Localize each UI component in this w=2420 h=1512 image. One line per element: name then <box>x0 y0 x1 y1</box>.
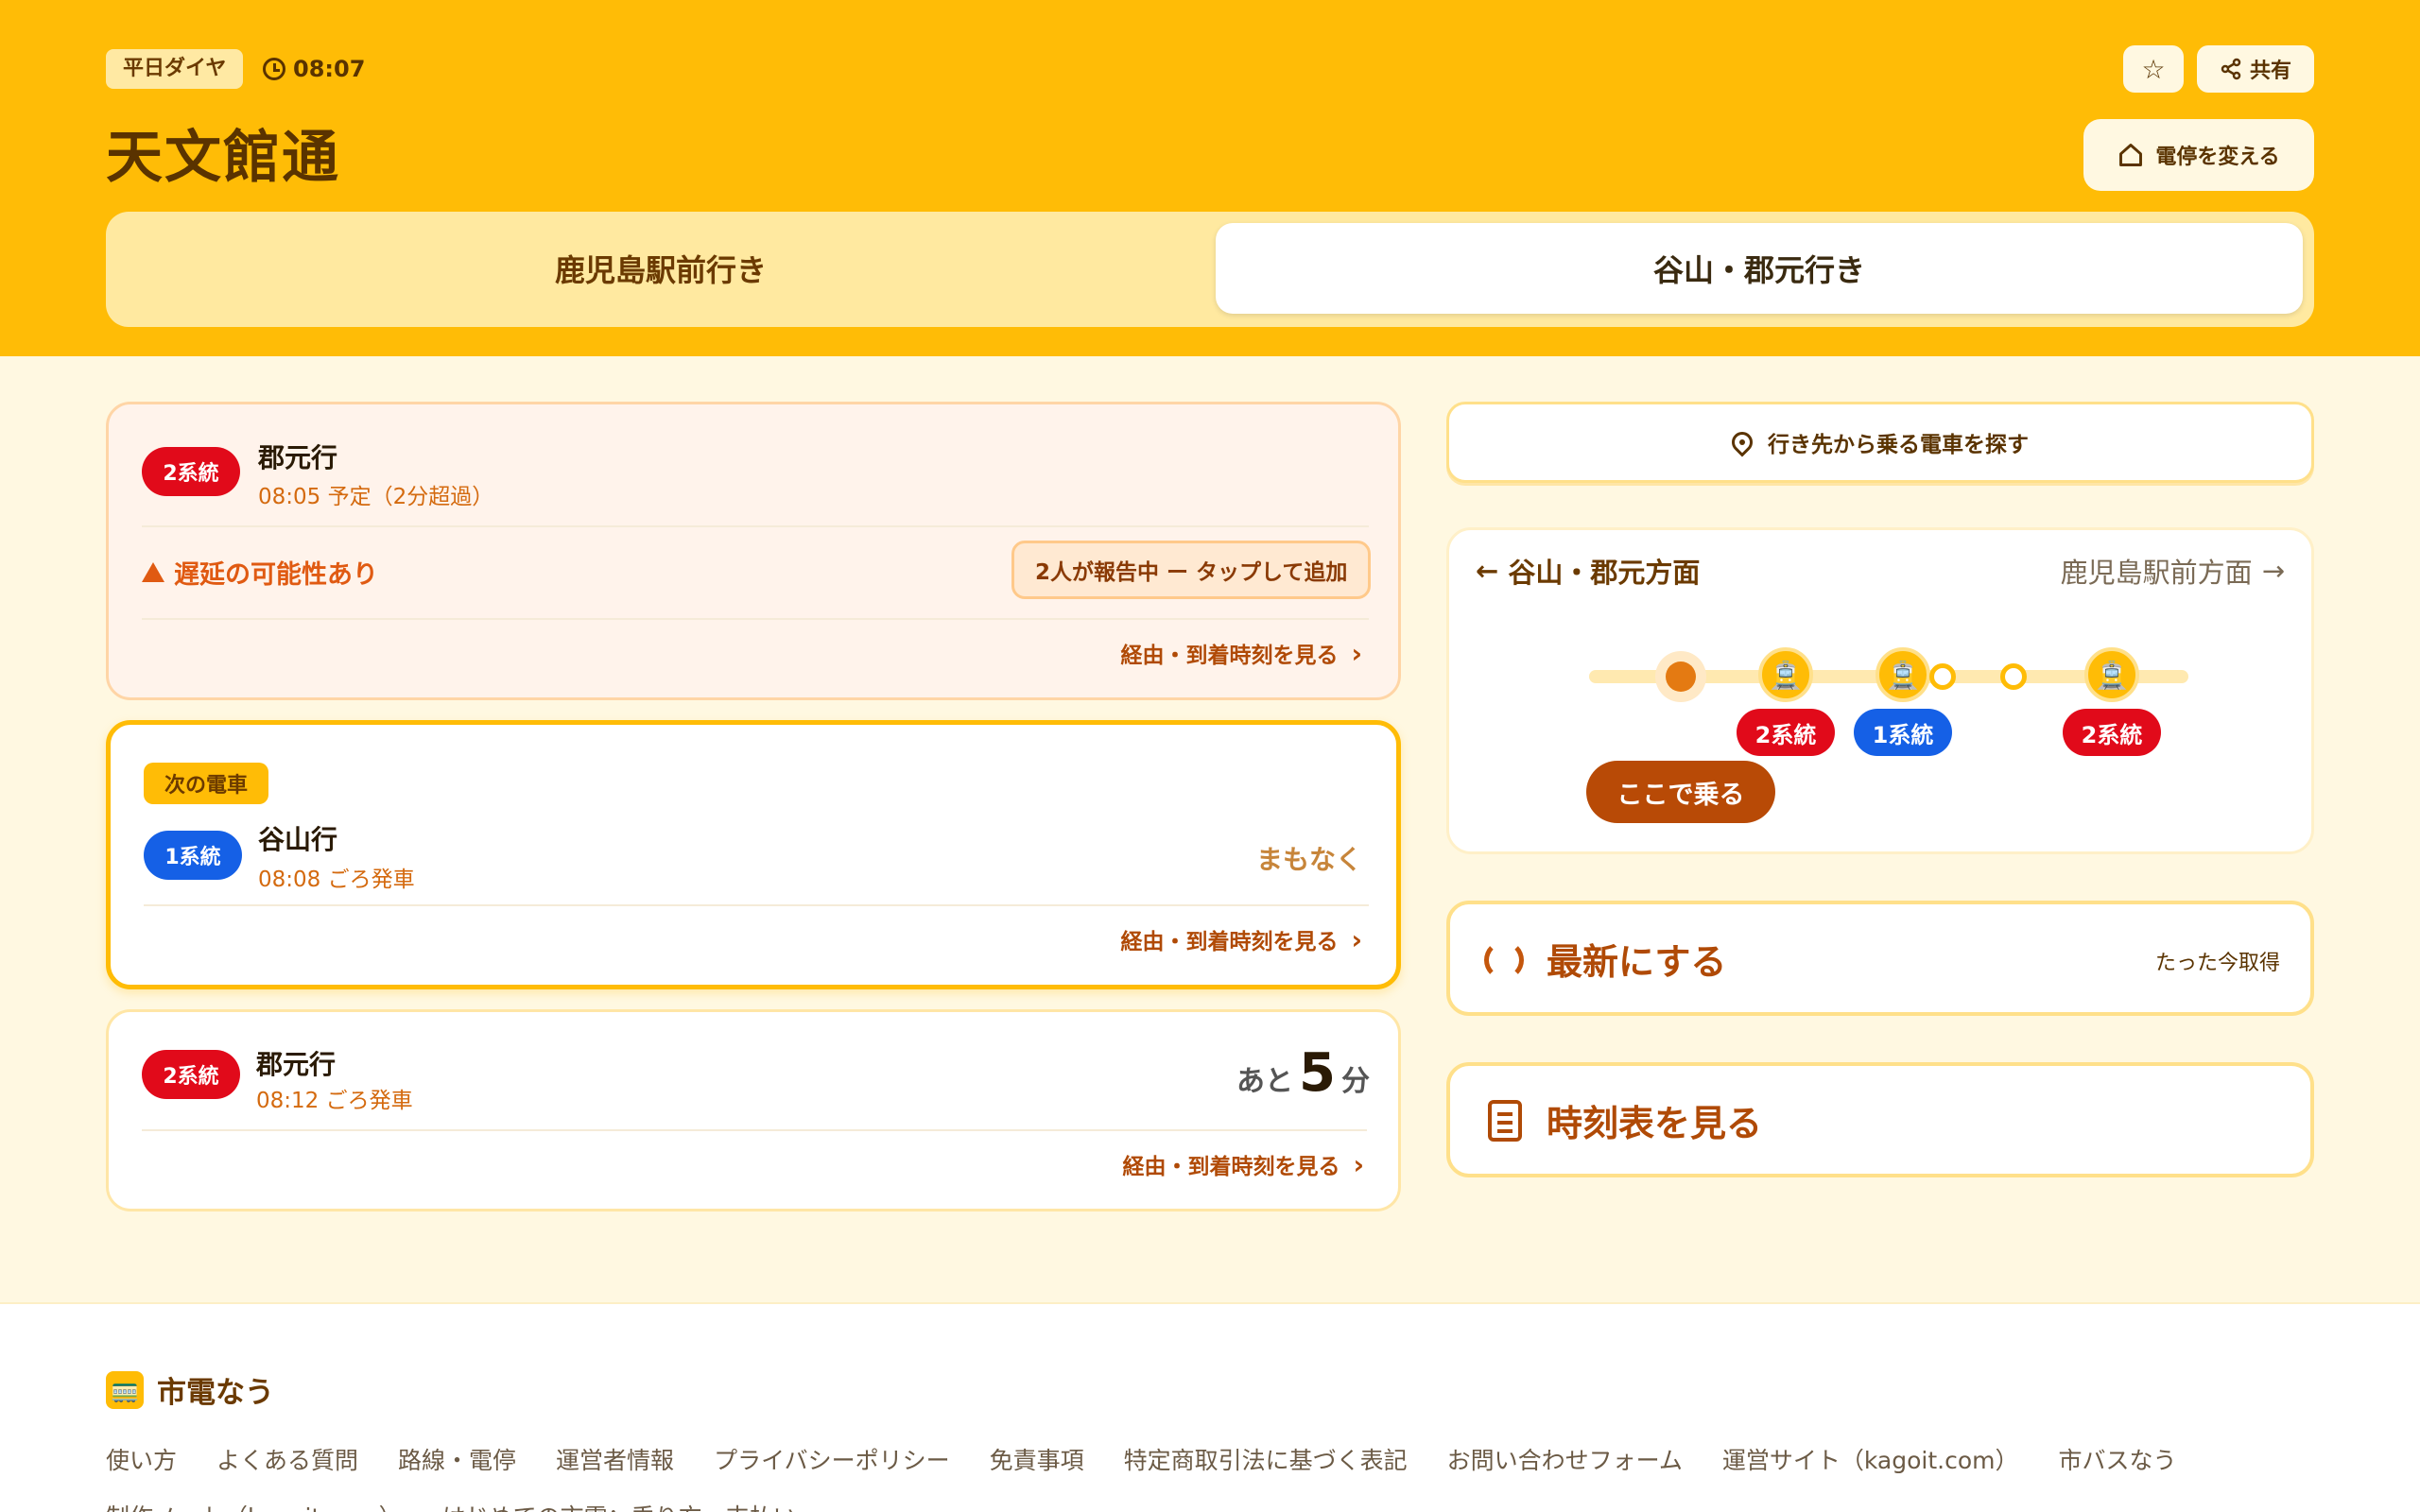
chevron-right-icon: › <box>1351 637 1362 669</box>
route-details-link[interactable]: 経由・到着時刻を見る › <box>1120 923 1362 955</box>
share-button[interactable]: 共有 <box>2197 45 2314 93</box>
tab-taniyama-korimoto[interactable]: 谷山・郡元行き <box>1216 223 2303 314</box>
delay-report-button[interactable]: 2人が報告中 ー タップして追加 <box>1011 541 1372 599</box>
home-icon <box>2119 144 2143 166</box>
destination-search-label: 行き先から乗る電車を探す <box>1768 433 2029 457</box>
share-label: 共有 <box>2249 60 2291 83</box>
arrow-right-icon: → <box>2261 555 2285 587</box>
change-stop-button[interactable]: 電停を変える <box>2083 119 2314 191</box>
current-stop-marker <box>1655 651 1706 702</box>
departure-time: 08:12 ごろ発車 <box>256 1089 413 1113</box>
chevron-right-icon: › <box>1351 923 1362 955</box>
footer-link-usage[interactable]: 使い方 <box>106 1442 177 1476</box>
timetable-button[interactable]: 時刻表を見る <box>1446 1062 2314 1177</box>
route-details-label: 経由・到着時刻を見る <box>1120 930 1339 954</box>
footer-link-making-notes[interactable]: 制作ノート（kagoit.com） <box>106 1499 403 1512</box>
remaining-minutes: 5 <box>1299 1042 1336 1104</box>
footer-links: 使い方 よくある質問 路線・電停 運営者情報 プライバシーポリシー 免責事項 特… <box>106 1442 2314 1512</box>
star-icon: ☆ <box>2141 53 2166 85</box>
brand-name: 市電なう <box>157 1376 274 1410</box>
footer-link-contact[interactable]: お問い合わせフォーム <box>1447 1442 1683 1476</box>
direction-right-label: 鹿児島駅前方面 <box>2060 557 2253 589</box>
delay-warning: 遅延の可能性あり <box>142 554 378 591</box>
direction-tabs: 鹿児島駅前行き 谷山・郡元行き <box>106 212 2314 327</box>
route-details-link[interactable]: 経由・到着時刻を見る › <box>1120 637 1362 669</box>
destination: 谷山行 <box>258 824 338 855</box>
footer: 🚃 市電なう 使い方 よくある質問 路線・電停 運営者情報 プライバシーポリシー… <box>0 1302 2420 1512</box>
document-icon <box>1488 1100 1522 1142</box>
stop-dot <box>1929 663 1956 690</box>
divider <box>144 904 1369 906</box>
tram-line-badge: 2系統 <box>1737 709 1835 756</box>
route-details-link[interactable]: 経由・到着時刻を見る › <box>1122 1148 1364 1180</box>
chevron-right-icon: › <box>1353 1148 1364 1180</box>
current-time: 08:07 <box>263 49 365 89</box>
departure-card-delayed[interactable]: 2系統 郡元行 08:05 予定（2分超過） 遅延の可能性あり 2人が報告中 ー… <box>106 402 1401 700</box>
departure-card[interactable]: 2系統 郡元行 08:12 ごろ発車 あと 5 分 経由・到着時刻を見る › <box>106 1009 1401 1211</box>
line-badge: 1系統 <box>144 831 242 880</box>
divider <box>142 1129 1367 1131</box>
tram-icon[interactable]: 🚊 <box>2084 647 2139 702</box>
warning-icon <box>142 562 164 582</box>
direction-right[interactable]: 鹿児島駅前方面 → <box>2061 551 2285 591</box>
remaining-prefix: あと <box>1236 1065 1294 1098</box>
tram-line-badge: 1系統 <box>1854 709 1952 756</box>
departure-time: 08:08 ごろ発車 <box>258 868 415 892</box>
route-details-label: 経由・到着時刻を見る <box>1122 1155 1340 1179</box>
tram-icon[interactable]: 🚊 <box>1758 647 1813 702</box>
last-updated-text: たった今取得 <box>2154 952 2280 975</box>
favorite-button[interactable]: ☆ <box>2123 45 2184 93</box>
footer-link-commerce-act[interactable]: 特定商取引法に基づく表記 <box>1124 1442 1408 1476</box>
arrow-left-icon: ← <box>1476 555 1499 587</box>
destination: 郡元行 <box>256 1049 337 1080</box>
line-badge: 2系統 <box>142 447 240 496</box>
footer-link-city-bus[interactable]: 市バスなう <box>2059 1442 2177 1476</box>
tram-logo-icon: 🚃 <box>106 1370 144 1409</box>
refresh-button[interactable]: 最新にする たった今取得 <box>1446 901 2314 1016</box>
change-stop-label: 電停を変える <box>2155 146 2280 169</box>
footer-link-beginners-guide[interactable]: はじめての市電：乗り方・支払い <box>442 1499 797 1512</box>
footer-link-privacy[interactable]: プライバシーポリシー <box>714 1442 950 1476</box>
footer-link-disclaimer[interactable]: 免責事項 <box>990 1442 1084 1476</box>
tram-line-badge: 2系統 <box>2063 709 2161 756</box>
stop-dot <box>2000 663 2027 690</box>
header: 平日ダイヤ 08:07 天文館通 ☆ 共有 電停を変える 鹿児島駅前行き 谷山・… <box>0 0 2420 356</box>
share-icon <box>2221 58 2241 80</box>
route-details-label: 経由・到着時刻を見る <box>1120 644 1339 668</box>
tab-kagoshima-ekimae[interactable]: 鹿児島駅前行き <box>117 223 1204 314</box>
departure-card-next[interactable]: 次の電車 1系統 谷山行 08:08 ごろ発車 まもなく 経由・到着時刻を見る … <box>106 720 1401 989</box>
timetable-label: 時刻表を見る <box>1547 1103 1763 1144</box>
destination: 郡元行 <box>258 442 338 473</box>
remaining-time: あと 5 分 <box>1236 1042 1370 1104</box>
tram-icon[interactable]: 🚊 <box>1876 647 1930 702</box>
refresh-label: 最新にする <box>1547 941 1727 983</box>
board-here-label: ここで乗る <box>1586 761 1775 823</box>
footer-link-operator[interactable]: 運営者情報 <box>556 1442 674 1476</box>
footer-link-routes[interactable]: 路線・電停 <box>398 1442 516 1476</box>
divider <box>142 618 1369 620</box>
footer-link-faq[interactable]: よくある質問 <box>216 1442 358 1476</box>
stop-name-title: 天文館通 <box>106 125 340 191</box>
destination-search-button[interactable]: 行き先から乗る電車を探す <box>1446 402 2314 483</box>
footer-link-operator-site[interactable]: 運営サイト（kagoit.com） <box>1722 1442 2019 1476</box>
location-pin-icon <box>1727 427 1757 457</box>
current-time-text: 08:07 <box>293 56 366 82</box>
divider <box>142 525 1369 527</box>
direction-left-label: 谷山・郡元方面 <box>1508 557 1701 589</box>
direction-left[interactable]: ← 谷山・郡元方面 <box>1476 551 1700 591</box>
line-badge: 2系統 <box>142 1050 240 1099</box>
next-train-tag: 次の電車 <box>144 763 269 804</box>
remaining-unit: 分 <box>1341 1065 1370 1098</box>
footer-brand[interactable]: 🚃 市電なう <box>106 1368 274 1411</box>
refresh-icon <box>1484 940 1524 980</box>
arrival-status: まもなく <box>1255 844 1362 875</box>
delay-warning-text: 遅延の可能性あり <box>174 560 378 590</box>
clock-icon <box>263 58 285 80</box>
route-map-card: ← 谷山・郡元方面 鹿児島駅前方面 → 🚊 🚊 🚊 2系統 1系統 2系統 ここ… <box>1446 527 2314 854</box>
day-type-badge: 平日ダイヤ <box>106 49 244 89</box>
scheduled-time: 08:05 予定（2分超過） <box>258 485 494 509</box>
